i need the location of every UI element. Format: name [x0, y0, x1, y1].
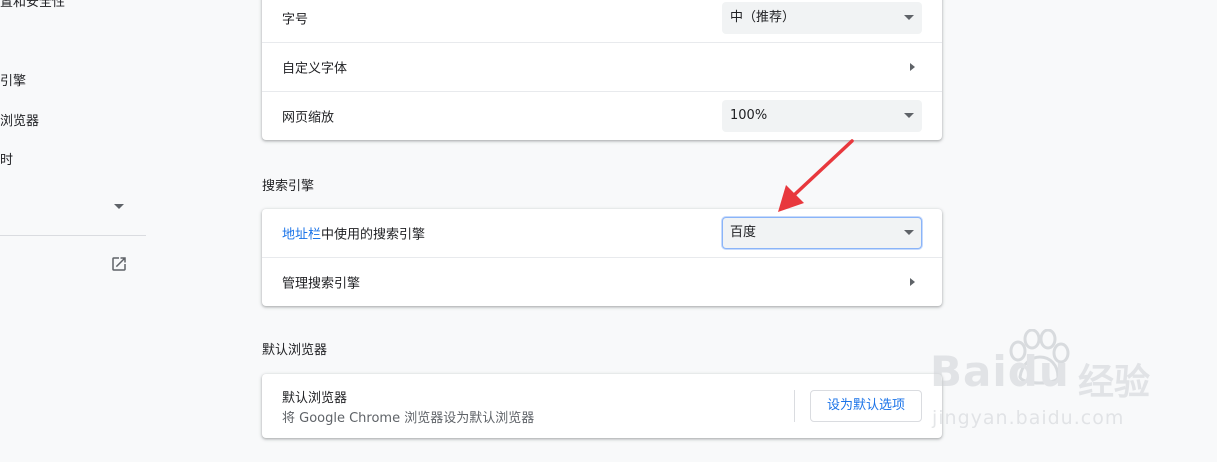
- chevron-down-icon: [904, 15, 914, 20]
- manage-search-engines-row[interactable]: 管理搜索引擎: [262, 257, 942, 306]
- manage-search-engines-label: 管理搜索引擎: [282, 276, 361, 292]
- sidebar-divider: [0, 235, 146, 236]
- search-engine-section-title: 搜索引擎: [262, 179, 315, 194]
- font-size-row: 字号 中（推荐）: [262, 0, 942, 42]
- custom-fonts-row[interactable]: 自定义字体: [262, 42, 942, 91]
- watermark-url: jingyan.baidu.com: [932, 407, 1125, 429]
- address-bar-engine-label: 地址栏中使用的搜索引擎: [282, 224, 425, 243]
- open-in-new-icon[interactable]: [110, 255, 128, 273]
- chevron-right-icon: [910, 63, 915, 71]
- sidebar-item-default-browser[interactable]: 浏览器: [0, 110, 39, 129]
- page-zoom-value: 100%: [730, 108, 768, 123]
- search-engine-card: 地址栏中使用的搜索引擎 百度 管理搜索引擎: [262, 209, 942, 306]
- sidebar-item-on-startup[interactable]: 时: [0, 149, 13, 168]
- sidebar-item-privacy[interactable]: 置和安全性: [0, 0, 65, 10]
- annotation-arrow: [778, 139, 854, 212]
- baidu-jingyan-watermark: Baidu 经验 jingyan.baidu.com: [930, 325, 1200, 445]
- chevron-down-icon: [904, 113, 914, 118]
- default-browser-section-title: 默认浏览器: [262, 343, 328, 358]
- watermark-brand: Baidu: [930, 347, 1070, 396]
- page-zoom-label: 网页缩放: [282, 110, 335, 126]
- vertical-divider: [794, 390, 795, 422]
- default-browser-title: 默认浏览器: [282, 391, 348, 406]
- sidebar-item-search-engine[interactable]: 引擎: [0, 70, 26, 89]
- address-bar-engine-text: 中使用的搜索引擎: [321, 227, 426, 243]
- search-engine-value: 百度: [730, 225, 757, 240]
- default-browser-card: 默认浏览器 将 Google Chrome 浏览器设为默认浏览器 设为默认选项: [262, 374, 942, 438]
- chevron-down-icon: [904, 230, 914, 235]
- settings-sidebar: 置和安全性 引擎 浏览器 时: [0, 0, 150, 462]
- address-bar-link[interactable]: 地址栏: [282, 228, 321, 243]
- font-size-value: 中（推荐）: [730, 10, 796, 25]
- search-engine-select[interactable]: 百度: [722, 217, 922, 249]
- font-size-label: 字号: [282, 12, 309, 28]
- chevron-right-icon: [910, 278, 915, 286]
- watermark-suffix: 经验: [1078, 362, 1151, 403]
- appearance-card: 字号 中（推荐） 自定义字体 网页缩放 100%: [262, 0, 942, 140]
- page-zoom-select[interactable]: 100%: [722, 100, 922, 132]
- font-size-select[interactable]: 中（推荐）: [722, 2, 922, 34]
- default-browser-subtitle: 将 Google Chrome 浏览器设为默认浏览器: [282, 411, 535, 426]
- advanced-chevron-down-icon[interactable]: [114, 204, 124, 209]
- make-default-button[interactable]: 设为默认选项: [810, 390, 922, 422]
- page-zoom-row: 网页缩放 100%: [262, 91, 942, 140]
- custom-fonts-label: 自定义字体: [282, 61, 348, 77]
